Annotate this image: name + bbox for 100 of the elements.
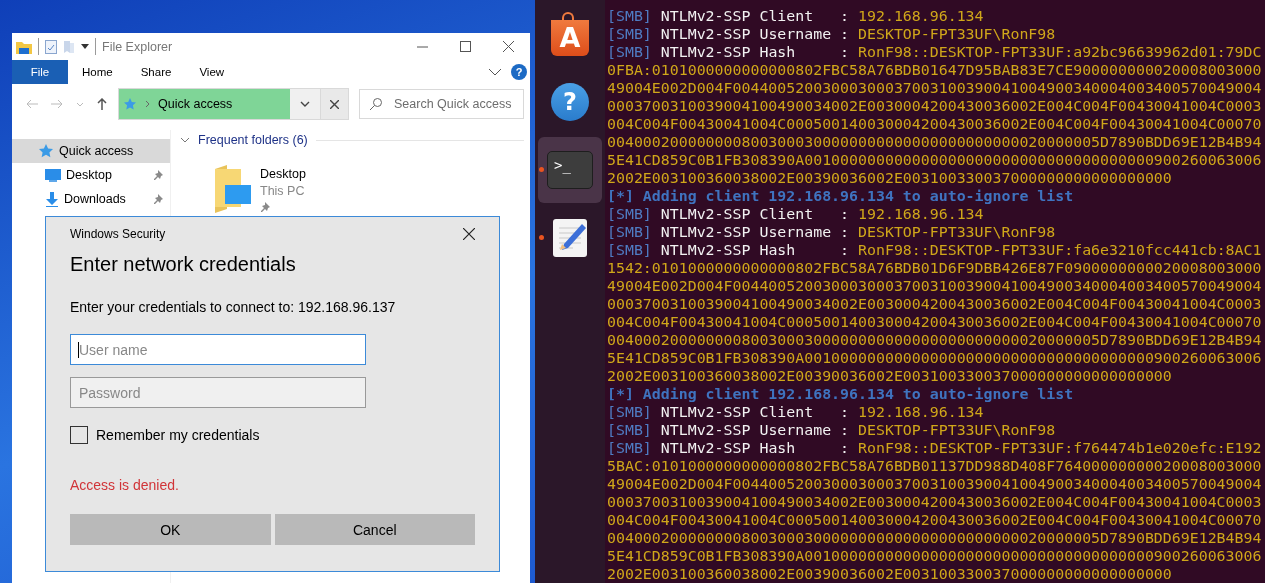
folder-icon[interactable] — [213, 165, 253, 213]
log-line: [*] Adding client 192.168.96.134 to auto-ignore list — [607, 187, 1074, 205]
download-icon — [45, 191, 59, 207]
pin-icon[interactable] — [153, 169, 164, 181]
nav-item[interactable]: Downloads — [12, 187, 170, 211]
log-line: 5BAC:0101000000000000802FBC58A76BDB01137DD988D408F76400000000020008003000 — [607, 457, 1262, 475]
properties-icon[interactable] — [45, 39, 57, 54]
ribbon-tab[interactable]: Home — [68, 60, 127, 84]
log-value: DESKTOP-FPT33UF\RonF98 — [858, 25, 1056, 43]
log-tag: [SMB] — [607, 241, 652, 259]
log-label: NTLMv2-SSP Hash : — [660, 241, 850, 259]
file-menu-button[interactable]: File — [12, 60, 68, 84]
log-value: DESKTOP-FPT33UF\RonF98 — [858, 421, 1056, 439]
group-header[interactable]: Frequent folders (6) — [198, 133, 308, 147]
log-value: 192.168.96.134 — [858, 403, 984, 421]
search-field[interactable]: Search Quick access — [359, 89, 524, 119]
dialog-button[interactable]: OK — [70, 514, 271, 545]
log-label: NTLMv2-SSP Hash : — [660, 439, 850, 457]
log-line: 5E41CD859C0B1FB308390A001000000000000000000000000000000000000900260063006 — [607, 151, 1262, 169]
search-icon — [370, 98, 382, 110]
log-line: 5E41CD859C0B1FB308390A001000000000000000000000000000000000000900260063006 — [607, 547, 1262, 565]
password-field[interactable]: Password — [70, 377, 366, 408]
chevron-down-icon[interactable] — [180, 137, 190, 143]
prompt-text: Enter your credentials to connect to: 192.168.96.137 — [70, 298, 397, 316]
window-title: File Explorer — [102, 39, 173, 54]
log-label: NTLMv2-SSP Username : — [660, 25, 850, 43]
help-icon: ? — [551, 83, 589, 121]
log-line: 49004E002D004F00440052003000300037003100390041004900340004003400570049004 — [607, 277, 1262, 295]
history-dropdown[interactable] — [290, 89, 320, 119]
log-line: 0040002000000008003000300000000000000000000000020000005D7890BDD69E12B4B94 — [607, 331, 1262, 349]
folder-location: This PC — [260, 184, 306, 198]
log-tag: [SMB] — [607, 223, 652, 241]
username-field[interactable]: User name — [70, 334, 366, 365]
ribbon-tab[interactable]: View — [185, 60, 239, 84]
close-icon[interactable] — [503, 41, 514, 52]
log-line: 004C004F00430041004C000500140030004200430036002E004C004F00430041004C00070 — [607, 115, 1262, 133]
nav-item[interactable]: Quick access — [12, 139, 170, 163]
checkbox-label[interactable]: Remember my credentials — [96, 427, 260, 443]
dialog-button[interactable]: Cancel — [274, 514, 475, 545]
log-label: NTLMv2-SSP Username : — [660, 223, 850, 241]
log-line: 0040002000000008003000300000000000000000000000020000005D7890BDD69E12B4B94 — [607, 133, 1262, 151]
log-line: 0FBA:0101000000000000802FBC58A76BDB01647D95BAB83E7CE900000000020008003000 — [607, 61, 1262, 79]
folder-name[interactable]: Desktop — [260, 167, 306, 181]
chevron-down-icon[interactable] — [488, 68, 502, 76]
log-line: 5E41CD859C0B1FB308390A001000000000000000000000000000000000000900260063006 — [607, 349, 1262, 367]
log-line: 004C004F00430041004C000500140030004200430036002E004C004F00430041004C00070 — [607, 313, 1262, 331]
desktop-icon — [45, 168, 61, 182]
log-line: 49004E002D004F00440052003000300037003100390041004900340004003400570049004 — [607, 79, 1262, 97]
terminal-icon: >_ — [547, 151, 593, 189]
text-editor-icon — [552, 218, 588, 258]
dialog-heading: Enter network credentials — [70, 252, 297, 277]
close-icon[interactable] — [463, 228, 475, 240]
star-icon — [38, 143, 54, 159]
up-arrow-icon[interactable] — [97, 98, 107, 110]
log-line: 1542:0101000000000000802FBC58A76BDB01D6F9DBB426E87F0900000000020008003000 — [607, 259, 1262, 277]
log-value: RonF98::DESKTOP-FPT33UF:a92bc96639962d01:79DC — [858, 43, 1262, 61]
chevron-down-icon — [300, 101, 310, 107]
log-value: RonF98::DESKTOP-FPT33UF:f764474b1e020efc:E192 — [858, 439, 1262, 457]
log-value: 192.168.96.134 — [858, 7, 984, 25]
text-cursor — [78, 342, 79, 358]
nav-item[interactable]: Desktop — [12, 163, 170, 187]
log-line: 0040002000000008003000300000000000000000000000020000005D7890BDD69E12B4B94 — [607, 529, 1262, 547]
store-icon: A — [551, 12, 589, 56]
log-line: 0003700310039004100490034002E0030004200430036002E004C004F00430041004C0003 — [607, 493, 1262, 511]
log-label: NTLMv2-SSP Client : — [660, 205, 850, 223]
log-tag: [SMB] — [607, 7, 652, 25]
pin-icon[interactable] — [153, 193, 164, 205]
log-tag: [SMB] — [607, 205, 652, 223]
log-line: 2002E003100360038002E00390036002E003100330037000000000000000000 — [607, 367, 1172, 385]
log-label: NTLMv2-SSP Client : — [660, 7, 850, 25]
log-tag: [SMB] — [607, 421, 652, 439]
log-value: 192.168.96.134 — [858, 205, 984, 223]
dock-item[interactable]: >_ — [538, 137, 602, 203]
clear-button[interactable] — [320, 89, 348, 119]
folder-icon[interactable] — [16, 39, 32, 54]
dialog-title: Windows Security — [70, 227, 166, 241]
close-icon — [330, 99, 339, 109]
log-line: [*] Adding client 192.168.96.134 to auto-ignore list — [607, 385, 1074, 403]
maximize-icon[interactable] — [460, 41, 471, 52]
dropdown-icon[interactable] — [81, 44, 89, 49]
log-tag: [SMB] — [607, 25, 652, 43]
ribbon-tab[interactable]: Share — [126, 60, 186, 84]
address-bar[interactable]: Quick access — [119, 89, 290, 119]
log-tag: [SMB] — [607, 403, 652, 421]
log-label: NTLMv2-SSP Username : — [660, 421, 850, 439]
log-tag: [SMB] — [607, 439, 652, 457]
log-tag: [SMB] — [607, 43, 652, 61]
log-label: NTLMv2-SSP Client : — [660, 403, 850, 421]
log-value: RonF98::DESKTOP-FPT33UF:fa6e3210fcc441cb:8AC1 — [858, 241, 1262, 259]
help-button[interactable]: ? — [511, 64, 527, 80]
log-value: DESKTOP-FPT33UF\RonF98 — [858, 223, 1056, 241]
log-line: 49004E002D004F00440052003000300037003100390041004900340004003400570049004 — [607, 475, 1262, 493]
log-line: 2002E003100360038002E00390036002E003100330037000000000000000000 — [607, 565, 1172, 583]
error-message: Access is denied. — [70, 476, 180, 494]
chevron-right-icon — [145, 100, 150, 108]
star-icon — [123, 97, 137, 111]
checkbox[interactable] — [70, 426, 88, 444]
log-line: 0003700310039004100490034002E0030004200430036002E004C004F00430041004C0003 — [607, 97, 1262, 115]
log-label: NTLMv2-SSP Hash : — [660, 43, 850, 61]
log-line: 004C004F00430041004C000500140030004200430036002E004C004F00430041004C00070 — [607, 511, 1262, 529]
